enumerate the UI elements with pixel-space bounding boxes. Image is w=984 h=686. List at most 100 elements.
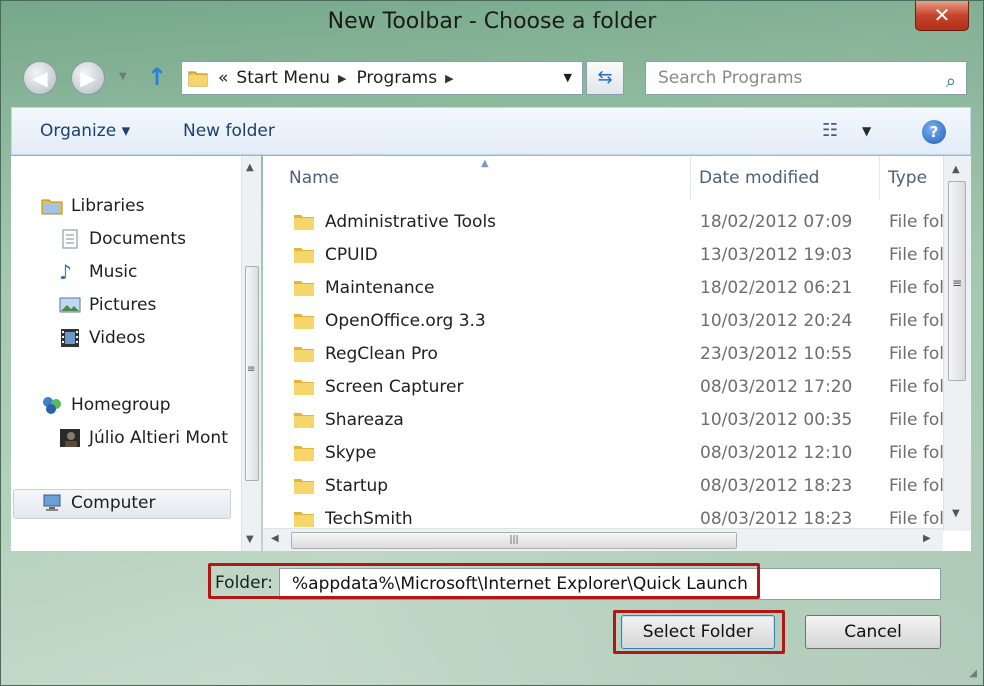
close-button[interactable]: ✕ (915, 1, 969, 31)
file-date: 18/02/2012 07:09 (700, 212, 853, 232)
address-dropdown-icon[interactable]: ▼ (564, 71, 572, 84)
breadcrumb-overflow[interactable]: « (218, 68, 228, 88)
nav-item-label: Videos (89, 328, 146, 348)
navigation-pane: Libraries Documents ♪ Music Pictures Vid… (11, 156, 261, 551)
breadcrumb-programs[interactable]: Programs (356, 68, 437, 88)
address-bar[interactable]: « Start Menu ▶ Programs ▶ ▼ (181, 61, 583, 95)
nav-item-computer[interactable]: Computer (41, 493, 156, 513)
file-date: 08/03/2012 18:23 (700, 509, 853, 528)
folder-icon (294, 380, 314, 395)
folder-icon (294, 512, 314, 527)
folder-icon (188, 71, 208, 87)
table-row[interactable]: Maintenance 18/02/2012 06:21 File folder (263, 272, 943, 305)
table-row[interactable]: RegClean Pro 23/03/2012 10:55 File folde… (263, 338, 943, 371)
nav-item-music[interactable]: ♪ Music (59, 262, 137, 282)
libraries-icon (41, 199, 63, 215)
recent-locations-dropdown-icon[interactable]: ▼ (119, 71, 127, 82)
file-type: File folder (889, 443, 943, 463)
nav-item-user[interactable]: Júlio Altieri Mont (59, 428, 228, 448)
forward-button[interactable]: ▶ (71, 61, 105, 95)
folder-label: Folder: (215, 573, 273, 593)
back-button[interactable]: ◀ (23, 61, 57, 95)
breadcrumb-separator-icon[interactable]: ▶ (445, 72, 453, 85)
column-header-date[interactable]: Date modified (691, 156, 880, 200)
scroll-up-icon[interactable]: ▲ (952, 164, 960, 175)
file-type: File folder (889, 410, 943, 430)
nav-item-label: Music (89, 262, 138, 282)
file-name: Startup (325, 476, 389, 496)
table-row[interactable]: CPUID 13/03/2012 19:03 File folder (263, 239, 943, 272)
breadcrumb-separator-icon[interactable]: ▶ (338, 72, 346, 85)
file-date: 08/03/2012 12:10 (700, 443, 853, 463)
scroll-down-icon[interactable]: ▼ (952, 508, 960, 519)
folder-highlight-box: Folder: (208, 563, 760, 599)
view-dropdown-icon[interactable]: ▼ (862, 124, 871, 138)
view-options-icon[interactable]: ☷ (822, 120, 838, 141)
scroll-left-icon[interactable]: ◀ (271, 533, 279, 544)
nav-item-label: Homegroup (71, 395, 171, 415)
nav-item-label: Libraries (71, 196, 145, 216)
new-folder-button[interactable]: New folder (183, 121, 275, 141)
file-name: Administrative Tools (325, 212, 497, 232)
nav-item-documents[interactable]: Documents (59, 229, 186, 249)
scroll-up-icon[interactable]: ▲ (246, 162, 254, 173)
refresh-button[interactable]: ⇆ (586, 61, 624, 95)
file-type: File folder (889, 377, 943, 397)
nav-item-pictures[interactable]: Pictures (59, 295, 156, 315)
documents-icon (62, 229, 78, 249)
videos-icon (61, 329, 79, 347)
folder-icon (294, 281, 314, 296)
window-title: New Toolbar - Choose a folder (327, 9, 657, 34)
music-icon: ♪ (59, 260, 72, 284)
file-name: Skype (325, 443, 377, 463)
nav-item-libraries[interactable]: Libraries (41, 196, 144, 216)
search-input[interactable]: Search Programs ⌕ (645, 61, 967, 95)
file-type: File folder (889, 476, 943, 496)
table-row[interactable]: Skype 08/03/2012 12:10 File folder (263, 437, 943, 470)
list-vertical-scrollbar[interactable]: ▲ ≡ ▼ (943, 156, 971, 531)
folder-icon (294, 314, 314, 329)
file-list: Name ▲ Date modified Type Administrative… (263, 156, 971, 551)
list-horizontal-scrollbar[interactable]: ◀ ||| ▶ (263, 528, 943, 551)
forward-arrow-icon: ▶ (80, 66, 96, 90)
table-row[interactable]: Startup 08/03/2012 18:23 File folder (263, 470, 943, 503)
search-placeholder: Search Programs (658, 68, 803, 88)
cancel-button[interactable]: Cancel (805, 615, 941, 649)
file-date: 13/03/2012 19:03 (700, 245, 853, 265)
back-arrow-icon: ◀ (32, 66, 48, 90)
help-icon[interactable]: ? (922, 120, 946, 144)
user-avatar-icon (60, 429, 80, 447)
computer-icon (43, 494, 61, 511)
file-type: File folder (889, 278, 943, 298)
file-name: RegClean Pro (325, 344, 438, 364)
nav-item-label: Computer (71, 493, 156, 513)
file-type: File folder (889, 245, 943, 265)
organize-button[interactable]: Organize ▾ (40, 121, 130, 141)
file-type: File folder (889, 509, 943, 528)
search-icon[interactable]: ⌕ (946, 66, 956, 98)
scroll-down-icon[interactable]: ▼ (246, 534, 254, 545)
nav-item-videos[interactable]: Videos (59, 328, 146, 348)
nav-item-homegroup[interactable]: Homegroup (41, 395, 171, 415)
scroll-grip-icon: ≡ (952, 276, 963, 290)
nav-item-label: Documents (89, 229, 186, 249)
list-hscroll-thumb[interactable]: ||| (291, 532, 737, 549)
file-name: TechSmith (325, 509, 413, 528)
up-arrow-icon[interactable]: ↑ (147, 63, 167, 91)
table-row[interactable]: OpenOffice.org 3.3 10/03/2012 20:24 File… (263, 305, 943, 338)
file-name: CPUID (325, 245, 378, 265)
scroll-right-icon[interactable]: ▶ (923, 533, 931, 544)
table-row[interactable]: Administrative Tools 18/02/2012 07:09 Fi… (263, 206, 943, 239)
select-folder-highlight-box (613, 610, 785, 654)
breadcrumb-start-menu[interactable]: Start Menu (236, 68, 330, 88)
table-row[interactable]: Screen Capturer 08/03/2012 17:20 File fo… (263, 371, 943, 404)
table-row[interactable]: TechSmith 08/03/2012 18:23 File folder (263, 503, 943, 528)
file-type: File folder (889, 311, 943, 331)
file-date: 10/03/2012 00:35 (700, 410, 853, 430)
resize-grip-icon[interactable]: ◢ (969, 668, 977, 679)
nav-scrollbar[interactable]: ▲ ≡ ▼ (241, 156, 261, 551)
column-header-type[interactable]: Type (880, 156, 943, 200)
nav-item-label: Pictures (89, 295, 157, 315)
table-row[interactable]: Shareaza 10/03/2012 00:35 File folder (263, 404, 943, 437)
scroll-grip-icon: ≡ (247, 364, 256, 375)
